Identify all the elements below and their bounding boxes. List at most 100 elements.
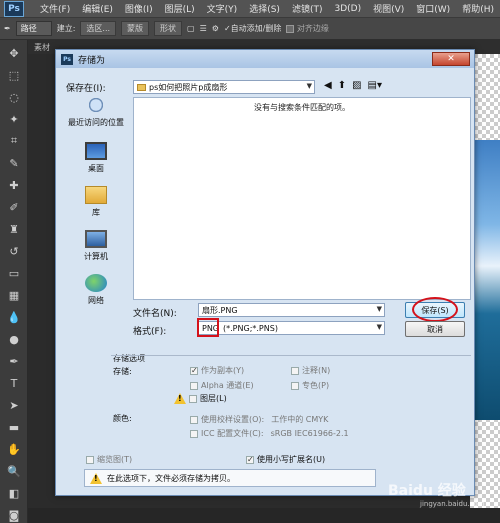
cancel-button[interactable]: 取消 [405, 321, 465, 337]
document-tab[interactable]: 素材 [34, 42, 50, 53]
align-edges-option[interactable]: 对齐边缘 [286, 23, 329, 34]
selection-button[interactable]: 选区... [80, 21, 117, 36]
lowercase-label: 使用小写扩展名(U) [257, 455, 326, 464]
format-select[interactable]: PNG (*.PNG;*.PNS) ▼ [198, 321, 385, 335]
dialog-titlebar[interactable]: Ps 存储为 ✕ [56, 50, 474, 68]
place-library[interactable]: 库 [66, 186, 126, 218]
marquee-tool-icon[interactable]: ⬚ [3, 66, 25, 84]
tools-panel: ✥ ⬚ ◌ ✦ ⌗ ✎ ✚ ✐ ♜ ↺ ▭ ▦ 💧 ● ✒ T ➤ ▬ ✋ 🔍 … [0, 40, 28, 523]
notes-checkbox[interactable] [291, 366, 299, 375]
align-edges-checkbox[interactable] [286, 24, 295, 33]
chevron-down-icon[interactable]: ▼ [377, 323, 382, 331]
path-select-tool-icon[interactable]: ➤ [3, 396, 25, 414]
hand-tool-icon[interactable]: ✋ [3, 440, 25, 458]
library-icon [85, 186, 107, 204]
pen-tool-icon[interactable]: ✒ [3, 352, 25, 370]
place-computer[interactable]: 计算机 [66, 230, 126, 262]
filename-input[interactable]: 扇形.PNG ▼ [198, 303, 385, 317]
place-computer-label: 计算机 [84, 252, 108, 261]
new-folder-icon[interactable]: ▨ [352, 80, 361, 91]
option-layers[interactable]: 图层(L) [174, 393, 227, 404]
lasso-tool-icon[interactable]: ◌ [3, 88, 25, 106]
magic-wand-tool-icon[interactable]: ✦ [3, 110, 25, 128]
option-proof[interactable]: 使用校样设置(O): 工作中的 CMYK [190, 414, 328, 425]
move-tool-icon[interactable]: ✥ [3, 44, 25, 62]
lowercase-checkbox[interactable] [246, 455, 254, 464]
canvas-photo [472, 140, 500, 420]
gear-icon[interactable]: ⚙ [212, 24, 219, 33]
path-align-icon[interactable]: ☰ [200, 24, 207, 33]
chevron-down-icon[interactable]: ▼ [307, 82, 312, 90]
format-extensions: (*.PNG;*.PNS) [223, 323, 278, 333]
gradient-tool-icon[interactable]: ▦ [3, 286, 25, 304]
dodge-tool-icon[interactable]: ● [3, 330, 25, 348]
menu-view[interactable]: 视图(V) [367, 2, 410, 15]
place-library-label: 库 [92, 208, 100, 217]
chevron-down-icon[interactable]: ▼ [377, 305, 382, 313]
menu-filter[interactable]: 滤镜(T) [286, 2, 329, 15]
autoadd-checkbox[interactable]: ✓自动添加/删除 [224, 23, 281, 34]
option-notes[interactable]: 注释(N) [291, 365, 330, 376]
eyedropper-tool-icon[interactable]: ✎ [3, 154, 25, 172]
option-lowercase[interactable]: 使用小写扩展名(U) [246, 454, 325, 465]
recent-places-icon [85, 96, 107, 114]
menu-file[interactable]: 文件(F) [34, 2, 76, 15]
menu-select[interactable]: 选择(S) [243, 2, 286, 15]
copy-checkbox[interactable] [190, 366, 198, 375]
option-icc[interactable]: ICC 配置文件(C): sRGB IEC61966-2.1 [190, 428, 349, 439]
menu-type[interactable]: 文字(Y) [201, 2, 244, 15]
align-edges-label: 对齐边缘 [296, 24, 329, 33]
layers-checkbox[interactable] [189, 394, 197, 403]
eraser-tool-icon[interactable]: ▭ [3, 264, 25, 282]
place-recent[interactable]: 最近访问的位置 [66, 96, 126, 128]
file-list[interactable]: 没有与搜索条件匹配的项。 [133, 97, 471, 300]
color-label: 颜色: [113, 414, 132, 423]
place-desktop[interactable]: 桌面 [66, 142, 126, 174]
brush-tool-icon[interactable]: ✐ [3, 198, 25, 216]
layers-label: 图层(L) [200, 394, 227, 403]
history-brush-tool-icon[interactable]: ↺ [3, 242, 25, 260]
back-icon[interactable]: ◀ [324, 80, 332, 91]
thumbnail-checkbox[interactable] [86, 455, 94, 464]
store-label: 存储: [113, 367, 132, 376]
blur-tool-icon[interactable]: 💧 [3, 308, 25, 326]
mask-button[interactable]: 蒙版 [121, 21, 150, 36]
quick-mask-icon[interactable]: ◙ [3, 506, 25, 523]
menu-window[interactable]: 窗口(W) [410, 2, 456, 15]
shape-button[interactable]: 形状 [154, 21, 183, 36]
save-in-combo[interactable]: ps如何把照片p成扇形 ▼ [133, 80, 315, 94]
crop-tool-icon[interactable]: ⌗ [3, 132, 25, 150]
option-thumbnail[interactable]: 缩览图(T) [86, 454, 132, 465]
alpha-checkbox[interactable] [190, 381, 198, 390]
up-folder-icon[interactable]: ⬆ [338, 80, 346, 91]
option-alpha[interactable]: Alpha 通道(E) [190, 380, 254, 391]
menu-help[interactable]: 帮助(H) [456, 2, 500, 15]
type-tool-icon[interactable]: T [3, 374, 25, 392]
mode-select[interactable]: 路径 [15, 21, 52, 36]
zoom-tool-icon[interactable]: 🔍 [3, 462, 25, 480]
menu-image[interactable]: 图像(I) [119, 2, 159, 15]
shape-tool-icon[interactable]: ▬ [3, 418, 25, 436]
copy-label: 作为副本(Y) [201, 366, 245, 375]
stamp-tool-icon[interactable]: ♜ [3, 220, 25, 238]
option-spot[interactable]: 专色(P) [291, 380, 329, 391]
view-menu-icon[interactable]: ▤▾ [368, 80, 382, 91]
close-button[interactable]: ✕ [432, 52, 470, 66]
path-ops-icon[interactable]: ▢ [187, 24, 195, 33]
icc-label: ICC 配置文件(C): [201, 429, 264, 438]
spot-checkbox[interactable] [291, 381, 299, 390]
pen-tool-icon[interactable]: ✒ [4, 24, 11, 33]
color-swatch-icon[interactable]: ◧ [3, 484, 25, 502]
menu-layer[interactable]: 图层(L) [159, 2, 201, 15]
nav-icons: ◀ ⬆ ▨ ▤▾ [324, 80, 382, 91]
option-copy[interactable]: 作为副本(Y) [190, 365, 244, 376]
place-recent-label: 最近访问的位置 [68, 118, 124, 127]
proof-checkbox[interactable] [190, 415, 198, 424]
menu-3d[interactable]: 3D(D) [328, 4, 367, 14]
icc-checkbox[interactable] [190, 429, 198, 438]
menu-edit[interactable]: 编辑(E) [76, 2, 119, 15]
place-network[interactable]: 网络 [66, 274, 126, 306]
healing-tool-icon[interactable]: ✚ [3, 176, 25, 194]
baidu-watermark: Baidu 经验 [388, 483, 466, 499]
empty-message: 没有与搜索条件匹配的项。 [254, 103, 350, 112]
